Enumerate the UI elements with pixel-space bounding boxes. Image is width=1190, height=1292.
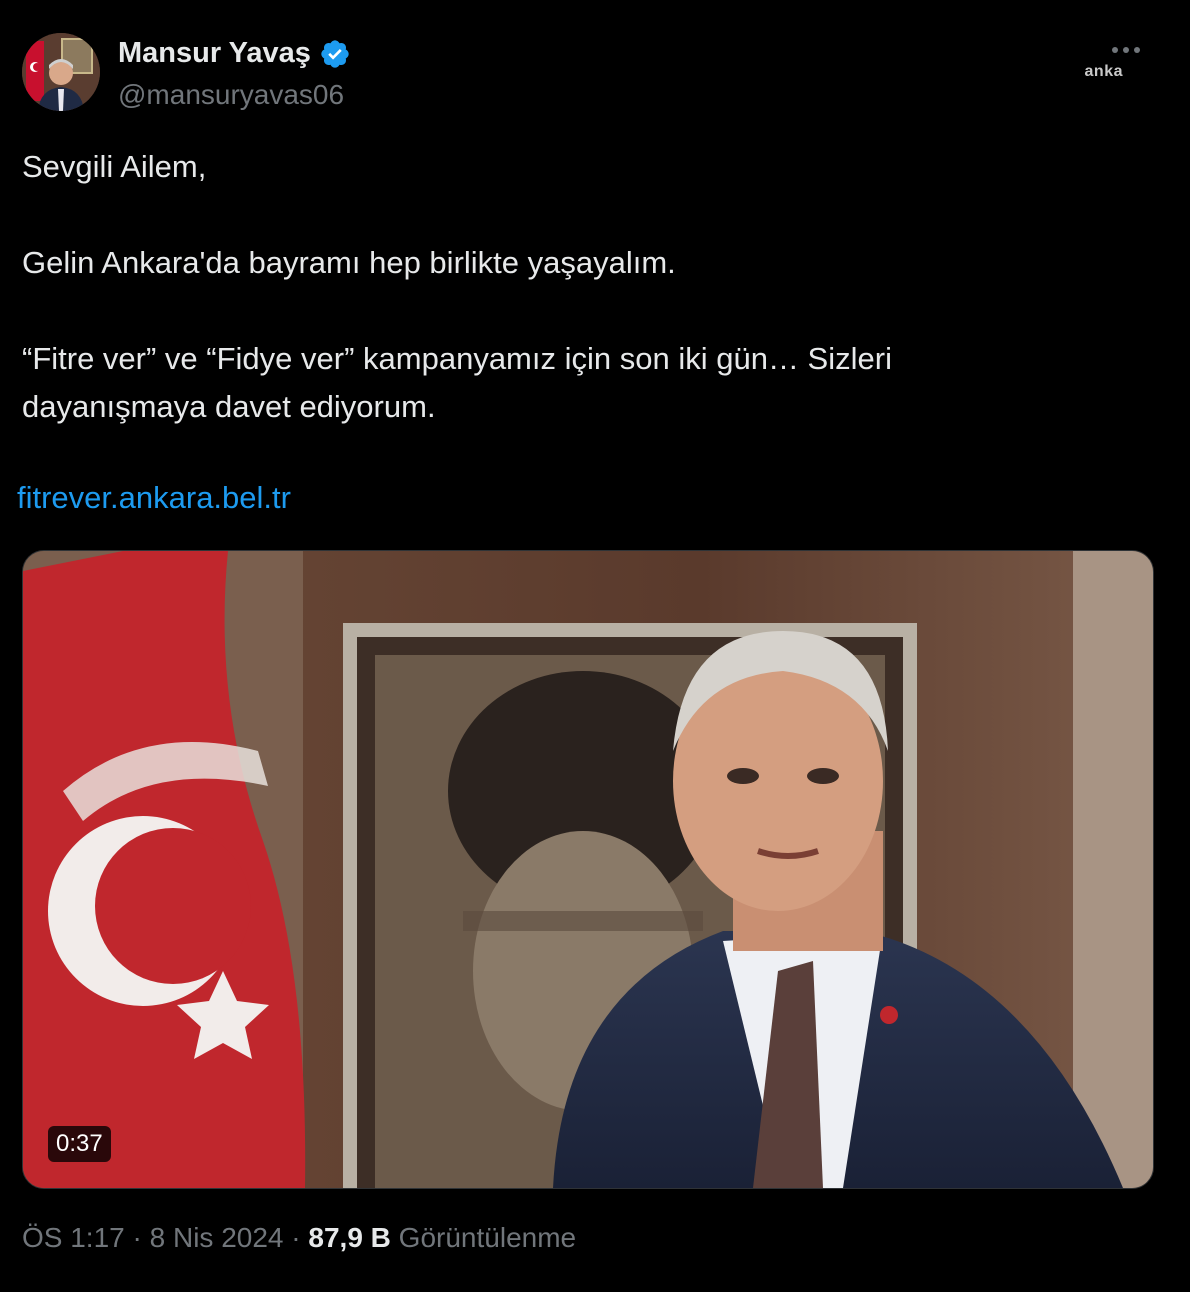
author-name-row: Mansur Yavaş bbox=[118, 37, 351, 70]
video-thumbnail bbox=[23, 551, 1153, 1188]
tweet-meta: ÖS 1:17 · 8 Nis 2024 · 87,9 B Görüntülen… bbox=[22, 1222, 576, 1254]
author-handle[interactable]: @mansuryavas06 bbox=[118, 79, 344, 111]
video-player[interactable]: 0:37 bbox=[22, 550, 1154, 1189]
tweet-link[interactable]: fitrever.ankara.bel.tr bbox=[17, 480, 291, 516]
verified-badge-icon[interactable] bbox=[319, 38, 351, 70]
more-icon[interactable] bbox=[1104, 35, 1148, 65]
author-name[interactable]: Mansur Yavaş bbox=[118, 37, 311, 70]
avatar[interactable] bbox=[22, 33, 100, 111]
tweet-header: Mansur Yavaş @mansuryavas06 anka bbox=[22, 33, 1162, 115]
tweet-date[interactable]: 8 Nis 2024 bbox=[150, 1222, 284, 1254]
meta-separator: · bbox=[283, 1222, 309, 1253]
view-count: 87,9 B bbox=[308, 1222, 391, 1253]
watermark-logo: anka bbox=[1084, 63, 1123, 80]
meta-separator: · bbox=[124, 1222, 150, 1253]
avatar-image bbox=[22, 33, 100, 111]
video-duration: 0:37 bbox=[48, 1126, 111, 1162]
tweet-text: Sevgili Ailem, Gelin Ankara'da bayramı h… bbox=[22, 149, 892, 424]
tweet-time[interactable]: ÖS 1:17 bbox=[22, 1222, 125, 1254]
view-label: Görüntülenme bbox=[390, 1222, 577, 1253]
